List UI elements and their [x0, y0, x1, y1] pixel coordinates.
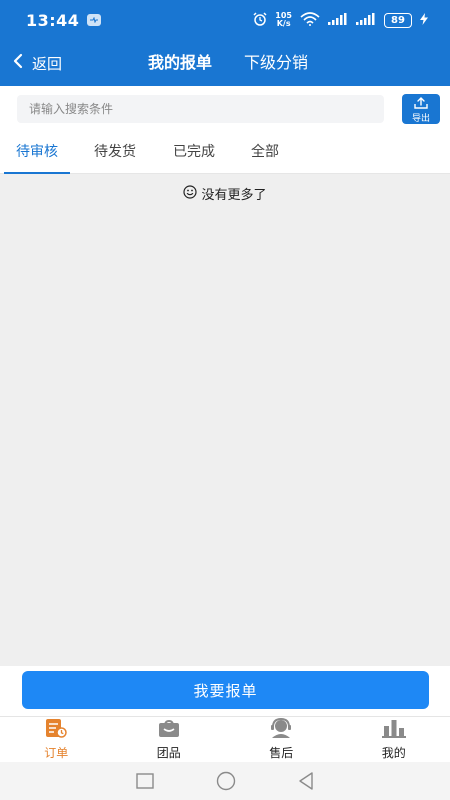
action-area: 我要报单 [0, 666, 450, 716]
submit-order-button[interactable]: 我要报单 [22, 671, 429, 709]
bag-icon [158, 718, 180, 742]
stats-icon [381, 718, 406, 742]
signal-icon [328, 12, 348, 28]
subordinate-distribution-tab[interactable]: 下级分销 [244, 40, 308, 86]
order-icon [45, 718, 67, 742]
alarm-icon [253, 11, 267, 29]
tabbar-item-orders[interactable]: 订单 [0, 717, 113, 762]
status-bar: 13:44 105 K/s 89 [0, 0, 450, 40]
back-button[interactable]: 返回 [12, 40, 62, 86]
export-button[interactable]: 导出 [402, 94, 440, 124]
export-label: 导出 [411, 114, 430, 124]
net-speed: 105 K/s [275, 11, 292, 28]
empty-message: 没有更多了 [0, 184, 450, 203]
tabbar-item-after-sales[interactable]: 售后 [225, 717, 338, 762]
recent-apps-button[interactable] [136, 773, 154, 789]
nav-bar: 返回 我的报单 下级分销 [0, 40, 450, 86]
battery-indicator: 89 [384, 12, 412, 28]
tab-pending-shipment[interactable]: 待发货 [94, 132, 136, 174]
signal-icon-2 [356, 12, 376, 28]
empty-text: 没有更多了 [201, 188, 267, 203]
chevron-left-icon [12, 53, 24, 73]
search-row: 导出 [0, 86, 450, 132]
home-button[interactable] [216, 771, 236, 791]
notification-icon [87, 14, 102, 26]
tabbar-label: 团品 [156, 746, 181, 760]
page-title[interactable]: 我的报单 [148, 40, 212, 86]
tabbar-item-group-products[interactable]: 团品 [113, 717, 226, 762]
order-list[interactable]: 没有更多了 [0, 174, 450, 666]
charging-icon [420, 12, 428, 28]
service-icon [269, 717, 293, 742]
tabbar-label: 售后 [269, 746, 294, 760]
smile-icon [183, 184, 198, 203]
upload-icon [414, 94, 428, 113]
back-label: 返回 [32, 54, 63, 73]
tab-pending-review[interactable]: 待审核 [4, 132, 70, 174]
screen: 13:44 105 K/s 89 返回 我的报单 下级分销 请输入搜索条件 导出… [0, 0, 450, 800]
back-nav-button[interactable] [298, 772, 314, 790]
tab-all[interactable]: 全部 [251, 132, 279, 174]
tabbar-label: 订单 [44, 746, 69, 760]
wifi-icon [300, 11, 320, 29]
tabbar-label: 我的 [381, 746, 406, 760]
search-input[interactable] [17, 95, 384, 123]
tabbar-item-mine[interactable]: 我的 [338, 717, 450, 762]
status-time: 13:44 [26, 10, 80, 30]
system-navigation [0, 762, 450, 800]
status-tabs: 待审核 待发货 已完成 全部 [0, 132, 450, 174]
tab-completed[interactable]: 已完成 [173, 132, 215, 174]
bottom-tab-bar: 订单 团品 售后 我的 [0, 716, 450, 762]
